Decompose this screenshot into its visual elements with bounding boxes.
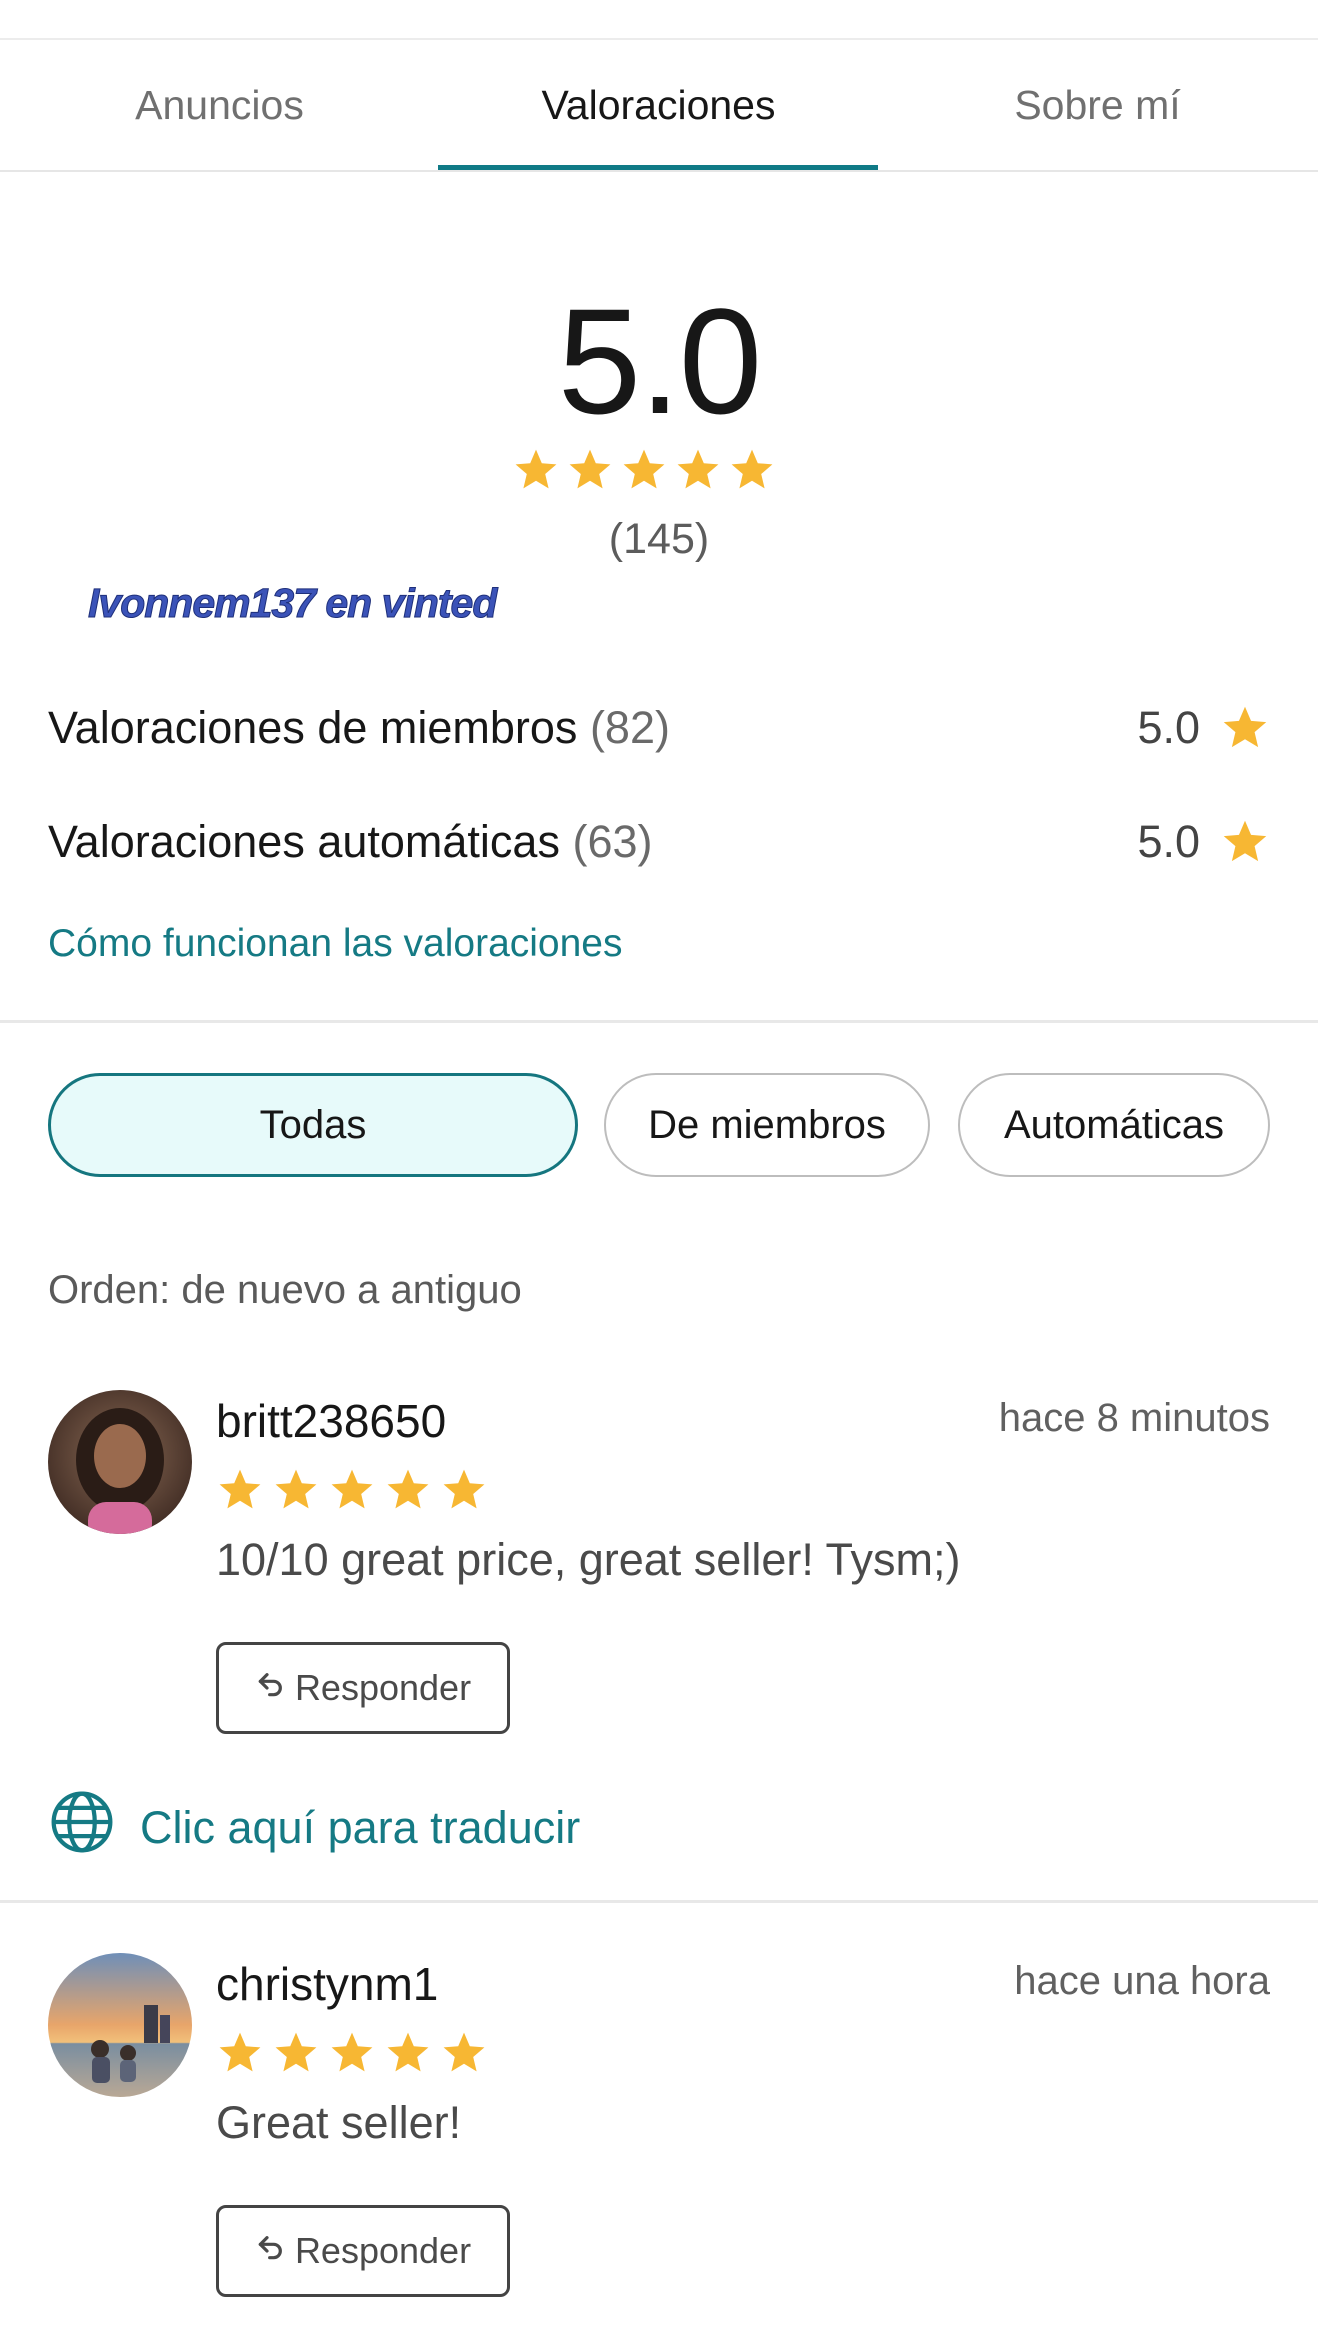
star-icon <box>275 1469 317 1509</box>
tabs-divider <box>0 170 1318 172</box>
member-ratings-row: Valoraciones de miembros (82) 5.0 <box>48 698 1270 758</box>
star-icon <box>275 2032 317 2072</box>
star-icon <box>331 1469 373 1509</box>
how-ratings-work-link[interactable]: Cómo funcionan las valoraciones <box>48 922 623 966</box>
star-icon <box>569 449 611 489</box>
sort-order-label: Orden: de nuevo a antiguo <box>48 1268 522 1312</box>
overall-stars <box>512 446 776 494</box>
review-divider <box>0 1900 1318 1903</box>
review-username[interactable]: britt238650 <box>216 1394 446 1448</box>
automatic-ratings-score: 5.0 <box>1137 816 1200 867</box>
automatic-ratings-count: (63) <box>572 816 653 867</box>
automatic-ratings-label: Valoraciones automáticas <box>48 816 560 867</box>
filter-members-chip[interactable]: De miembros <box>604 1073 930 1177</box>
reply-button[interactable]: Responder <box>216 2205 510 2297</box>
reply-arrow-icon <box>255 2230 287 2272</box>
review-time: hace una hora <box>1014 1959 1270 2003</box>
translate-label: Clic aquí para traducir <box>140 1801 581 1853</box>
review-text: Great seller! <box>216 2097 462 2148</box>
watermark-text: Ivonnem137 en vinted <box>87 580 497 627</box>
section-divider <box>0 1020 1318 1023</box>
filter-automatic-chip[interactable]: Automáticas <box>958 1073 1270 1177</box>
member-ratings-score: 5.0 <box>1137 702 1200 753</box>
tab-valoraciones[interactable]: Valoraciones <box>439 40 878 170</box>
avatar[interactable] <box>48 1953 192 2097</box>
star-icon <box>387 2032 429 2072</box>
star-icon <box>1223 820 1267 862</box>
star-icon <box>443 1469 485 1509</box>
globe-icon <box>48 1788 116 1867</box>
star-icon <box>1223 706 1267 748</box>
star-icon <box>623 449 665 489</box>
reply-arrow-icon <box>255 1667 287 1709</box>
star-icon <box>331 2032 373 2072</box>
review-stars <box>216 2029 488 2077</box>
star-icon <box>1220 817 1270 867</box>
star-icon <box>443 2032 485 2072</box>
reply-button[interactable]: Responder <box>216 1642 510 1734</box>
tab-anuncios[interactable]: Anuncios <box>0 40 439 170</box>
automatic-ratings-row: Valoraciones automáticas (63) 5.0 <box>48 812 1270 872</box>
tab-sobre-mi[interactable]: Sobre mí <box>878 40 1317 170</box>
review-time: hace 8 minutos <box>998 1396 1270 1440</box>
avatar[interactable] <box>48 1390 192 1534</box>
star-icon <box>515 449 557 489</box>
profile-tabs: Anuncios Valoraciones Sobre mí <box>0 40 1318 170</box>
member-ratings-label: Valoraciones de miembros <box>48 702 578 753</box>
overall-score: 5.0 <box>557 277 763 445</box>
reply-label: Responder <box>294 2230 472 2271</box>
review-stars <box>216 1466 488 1514</box>
star-icon <box>219 2032 261 2072</box>
star-icon <box>1220 703 1270 753</box>
translate-link[interactable]: Clic aquí para traducir <box>48 1788 580 1867</box>
reply-label: Responder <box>294 1667 472 1708</box>
star-icon <box>677 449 719 489</box>
rating-count: (145) <box>608 515 710 563</box>
star-icon <box>219 1469 261 1509</box>
star-icon <box>387 1469 429 1509</box>
star-icon <box>731 449 773 489</box>
filter-all-chip[interactable]: Todas <box>48 1073 578 1177</box>
review-text: 10/10 great price, great seller! Tysm;) <box>216 1534 961 1585</box>
review-username[interactable]: christynm1 <box>216 1957 438 2011</box>
member-ratings-count: (82) <box>589 702 670 753</box>
